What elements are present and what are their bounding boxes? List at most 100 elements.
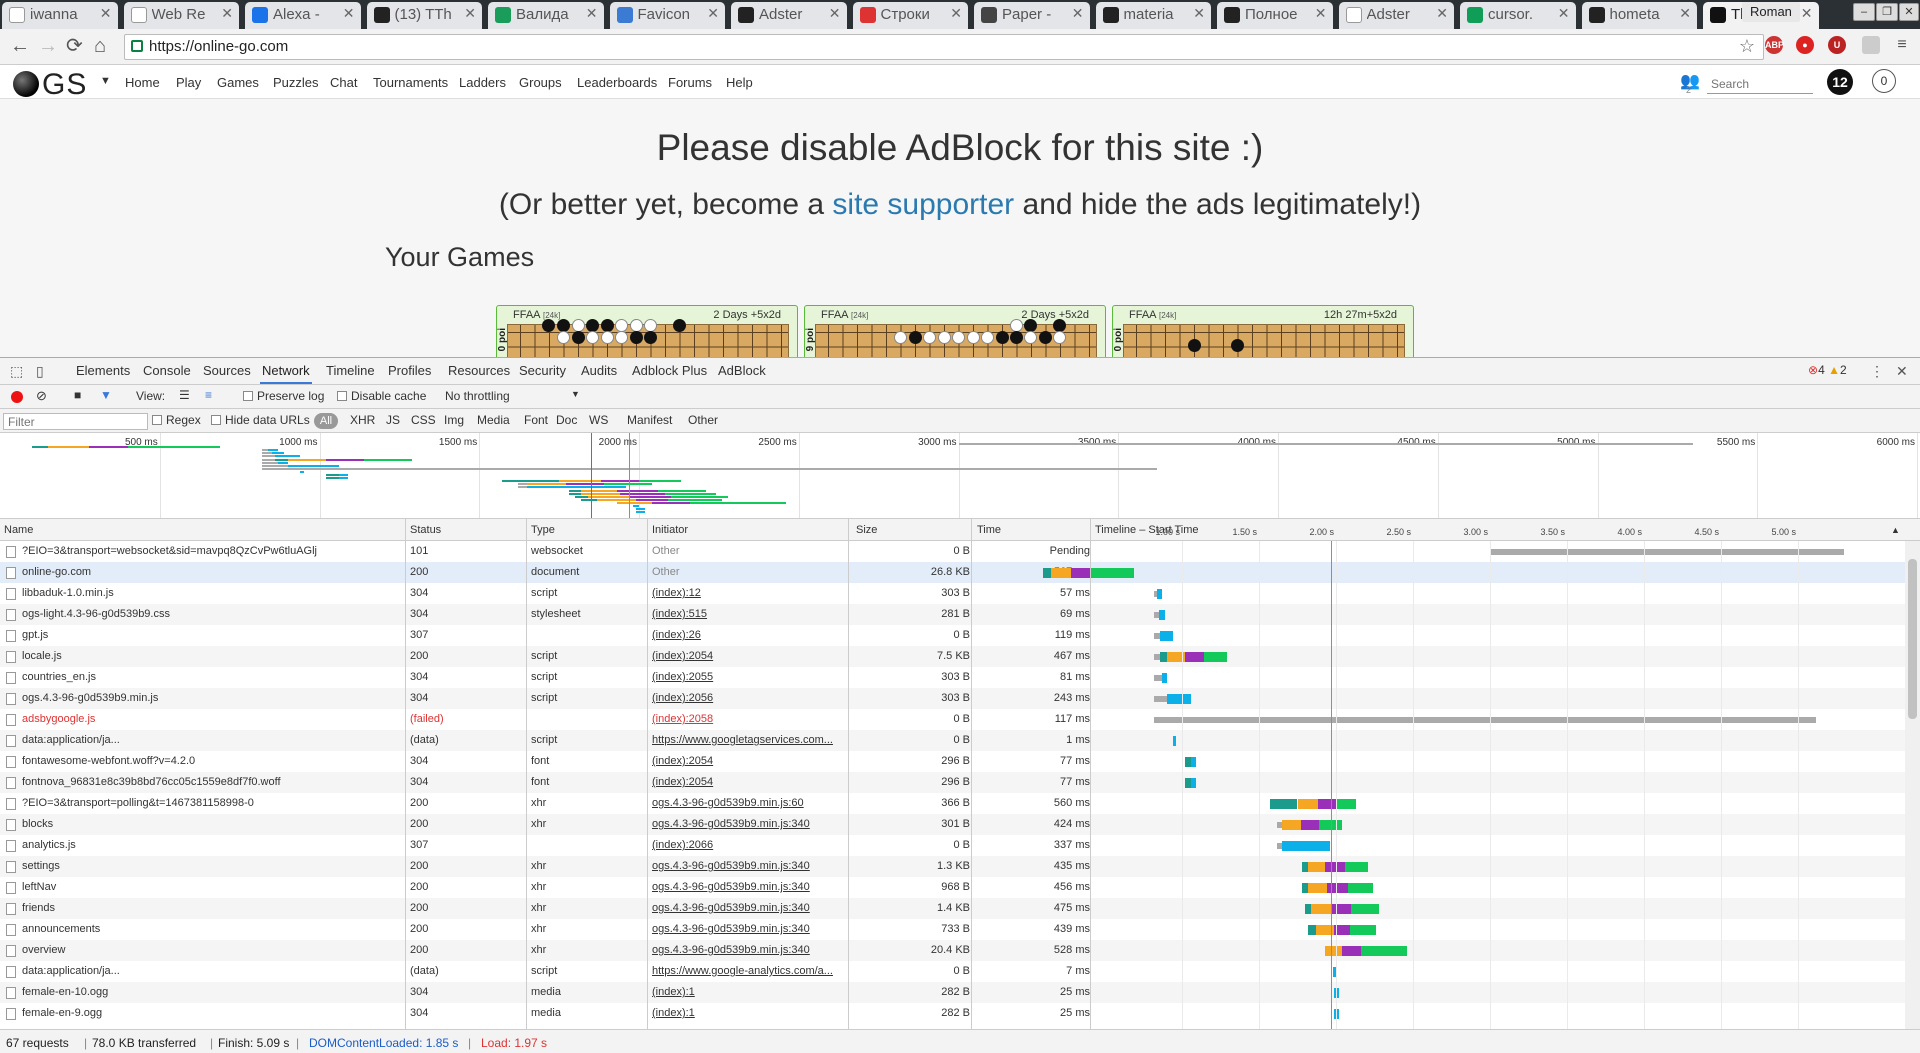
devtools-menu-icon[interactable]: ⋮ xyxy=(1870,363,1884,380)
request-row[interactable]: gpt.js 307 (index):26 0 B 119 ms xyxy=(0,625,1905,646)
game-card[interactable]: FFAA [24k] 2 Days +5x2d 0 poi xyxy=(496,305,798,357)
network-filter-input[interactable] xyxy=(3,413,148,430)
request-row[interactable]: settings 200 xhr ogs.4.3-96-g0d539b9.min.js… xyxy=(0,856,1905,877)
devtools-close-icon[interactable]: ✕ xyxy=(1896,363,1908,380)
filter-type-all[interactable]: All xyxy=(314,413,338,429)
forward-icon[interactable]: → xyxy=(38,36,58,56)
browser-tab[interactable]: iwanna ✕ xyxy=(2,2,118,29)
filter-type-doc[interactable]: Doc xyxy=(556,413,577,427)
devtools-tab-resources[interactable]: Resources xyxy=(448,363,510,378)
tab-close-icon[interactable]: ✕ xyxy=(950,5,962,22)
column-header-time[interactable]: Time xyxy=(977,524,1001,536)
column-header-status[interactable]: Status xyxy=(410,524,441,536)
notifications-badge[interactable]: 12 xyxy=(1827,69,1853,95)
nav-item-groups[interactable]: Groups xyxy=(519,75,562,90)
browser-tab[interactable]: Web Re ✕ xyxy=(123,2,239,29)
request-initiator[interactable]: (index):26 xyxy=(652,629,847,641)
browser-tab[interactable]: Favicon ✕ xyxy=(609,2,725,29)
tab-close-icon[interactable]: ✕ xyxy=(1558,5,1570,22)
close-window-icon[interactable]: ✕ xyxy=(1899,3,1919,21)
request-row[interactable]: blocks 200 xhr ogs.4.3-96-g0d539b9.min.js:3… xyxy=(0,814,1905,835)
devtools-tab-profiles[interactable]: Profiles xyxy=(388,363,431,378)
browser-tab[interactable]: Полное ✕ xyxy=(1217,2,1333,29)
request-initiator[interactable]: ogs.4.3-96-g0d539b9.min.js:340 xyxy=(652,881,847,893)
nav-item-play[interactable]: Play xyxy=(176,75,201,90)
request-row[interactable]: data:application/ja... (data) script https:… xyxy=(0,961,1905,982)
logo-dropdown-icon[interactable]: ▼ xyxy=(100,75,111,87)
devtools-tab-network[interactable]: Network xyxy=(260,363,312,384)
request-initiator[interactable]: (index):2056 xyxy=(652,692,847,704)
devtools-tab-elements[interactable]: Elements xyxy=(76,363,130,378)
game-card[interactable]: FFAA [24k] 12h 27m+5x2d 0 poi xyxy=(1112,305,1414,357)
back-icon[interactable]: ← xyxy=(10,36,30,56)
devtools-tab-adblock-plus[interactable]: Adblock Plus xyxy=(632,363,707,378)
request-row[interactable]: ogs.4.3-96-g0d539b9.min.js 304 script (inde… xyxy=(0,688,1905,709)
hide-data-urls-checkbox[interactable]: Hide data URLs xyxy=(211,413,310,427)
request-row[interactable]: ?EIO=3&transport=websocket&sid=mavpq8QzC… xyxy=(0,541,1905,562)
devtools-tab-adblock[interactable]: AdBlock xyxy=(718,363,766,378)
request-initiator[interactable]: ogs.4.3-96-g0d539b9.min.js:340 xyxy=(652,944,847,956)
game-card[interactable]: FFAA [24k] 2 Days +5x2d 9 poi xyxy=(804,305,1106,357)
request-row[interactable]: ?EIO=3&transport=polling&t=1467381158998… xyxy=(0,793,1905,814)
request-initiator[interactable]: https://www.google-analytics.com/a... xyxy=(652,965,847,977)
request-initiator[interactable]: (index):2058 xyxy=(652,713,847,725)
browser-tab[interactable]: cursor. ✕ xyxy=(1460,2,1576,29)
filter-icon[interactable]: ▼ xyxy=(100,388,112,402)
inspect-element-icon[interactable]: ⬚ xyxy=(10,363,23,380)
error-warning-counter[interactable]: ⊗4 ▲2 xyxy=(1808,363,1847,377)
browser-tab[interactable]: Валида ✕ xyxy=(488,2,604,29)
request-initiator[interactable]: (index):2054 xyxy=(652,776,847,788)
devtools-tab-console[interactable]: Console xyxy=(143,363,191,378)
filter-type-css[interactable]: CSS xyxy=(411,413,436,427)
filter-type-xhr[interactable]: XHR xyxy=(350,413,375,427)
column-header-name[interactable]: Name xyxy=(4,524,33,536)
request-row[interactable]: announcements 200 xhr ogs.4.3-96-g0d539b9.m… xyxy=(0,919,1905,940)
request-row[interactable]: leftNav 200 xhr ogs.4.3-96-g0d539b9.min.js:… xyxy=(0,877,1905,898)
adblock-icon[interactable]: ● xyxy=(1796,36,1814,54)
scrollbar-thumb[interactable] xyxy=(1908,559,1917,719)
minimize-icon[interactable]: – xyxy=(1853,3,1875,21)
column-header-type[interactable]: Type xyxy=(531,524,555,536)
request-initiator[interactable]: (index):1 xyxy=(652,986,847,998)
request-initiator[interactable]: (index):2055 xyxy=(652,671,847,683)
site-logo-text[interactable]: GS xyxy=(42,68,87,102)
secondary-badge[interactable]: 0 xyxy=(1872,69,1896,93)
request-list-scrollbar[interactable] xyxy=(1905,541,1920,1029)
tab-close-icon[interactable]: ✕ xyxy=(1801,5,1813,22)
omnibox[interactable]: https://online-go.com ☆ xyxy=(124,34,1764,60)
request-initiator[interactable]: ogs.4.3-96-g0d539b9.min.js:340 xyxy=(652,860,847,872)
devtools-tab-timeline[interactable]: Timeline xyxy=(326,363,375,378)
devtools-tab-audits[interactable]: Audits xyxy=(581,363,617,378)
request-row[interactable]: data:application/ja... (data) script https:… xyxy=(0,730,1905,751)
throttling-select[interactable]: No throttling ▼ xyxy=(445,389,580,403)
request-initiator[interactable]: (index):2066 xyxy=(652,839,847,851)
browser-tab[interactable]: Alexa - ✕ xyxy=(245,2,361,29)
bookmark-star-icon[interactable]: ☆ xyxy=(1739,36,1755,57)
nav-item-help[interactable]: Help xyxy=(726,75,753,90)
filter-type-media[interactable]: Media xyxy=(477,413,510,427)
reload-icon[interactable]: ⟳ xyxy=(66,36,83,56)
disable-cache-checkbox[interactable]: Disable cache xyxy=(337,389,426,403)
request-row[interactable]: friends 200 xhr ogs.4.3-96-g0d539b9.min.js:… xyxy=(0,898,1905,919)
ogs-logo-stone-icon[interactable] xyxy=(13,71,39,97)
browser-tab[interactable]: Adster ✕ xyxy=(731,2,847,29)
browser-tab[interactable]: Adster ✕ xyxy=(1338,2,1454,29)
nav-item-ladders[interactable]: Ladders xyxy=(459,75,506,90)
nav-item-forums[interactable]: Forums xyxy=(668,75,712,90)
menu-icon[interactable]: ≡ xyxy=(1893,36,1911,54)
request-row[interactable]: online-go.com200documentOther26.8 KB567 … xyxy=(0,562,1905,583)
browser-tab[interactable]: hometa ✕ xyxy=(1581,2,1697,29)
request-initiator[interactable]: (index):515 xyxy=(652,608,847,620)
nav-item-tournaments[interactable]: Tournaments xyxy=(373,75,448,90)
ublock-icon[interactable]: U xyxy=(1828,36,1846,54)
tab-close-icon[interactable]: ✕ xyxy=(707,5,719,22)
filter-type-img[interactable]: Img xyxy=(444,413,464,427)
preserve-log-checkbox[interactable]: Preserve log xyxy=(243,389,324,403)
tab-close-icon[interactable]: ✕ xyxy=(464,5,476,22)
home-icon[interactable]: ⌂ xyxy=(94,36,106,56)
large-rows-icon[interactable]: ☰ xyxy=(179,388,190,402)
tab-close-icon[interactable]: ✕ xyxy=(1193,5,1205,22)
go-board[interactable] xyxy=(1123,324,1405,357)
tab-close-icon[interactable]: ✕ xyxy=(1679,5,1691,22)
sort-ascending-icon[interactable]: ▲ xyxy=(1891,525,1900,535)
